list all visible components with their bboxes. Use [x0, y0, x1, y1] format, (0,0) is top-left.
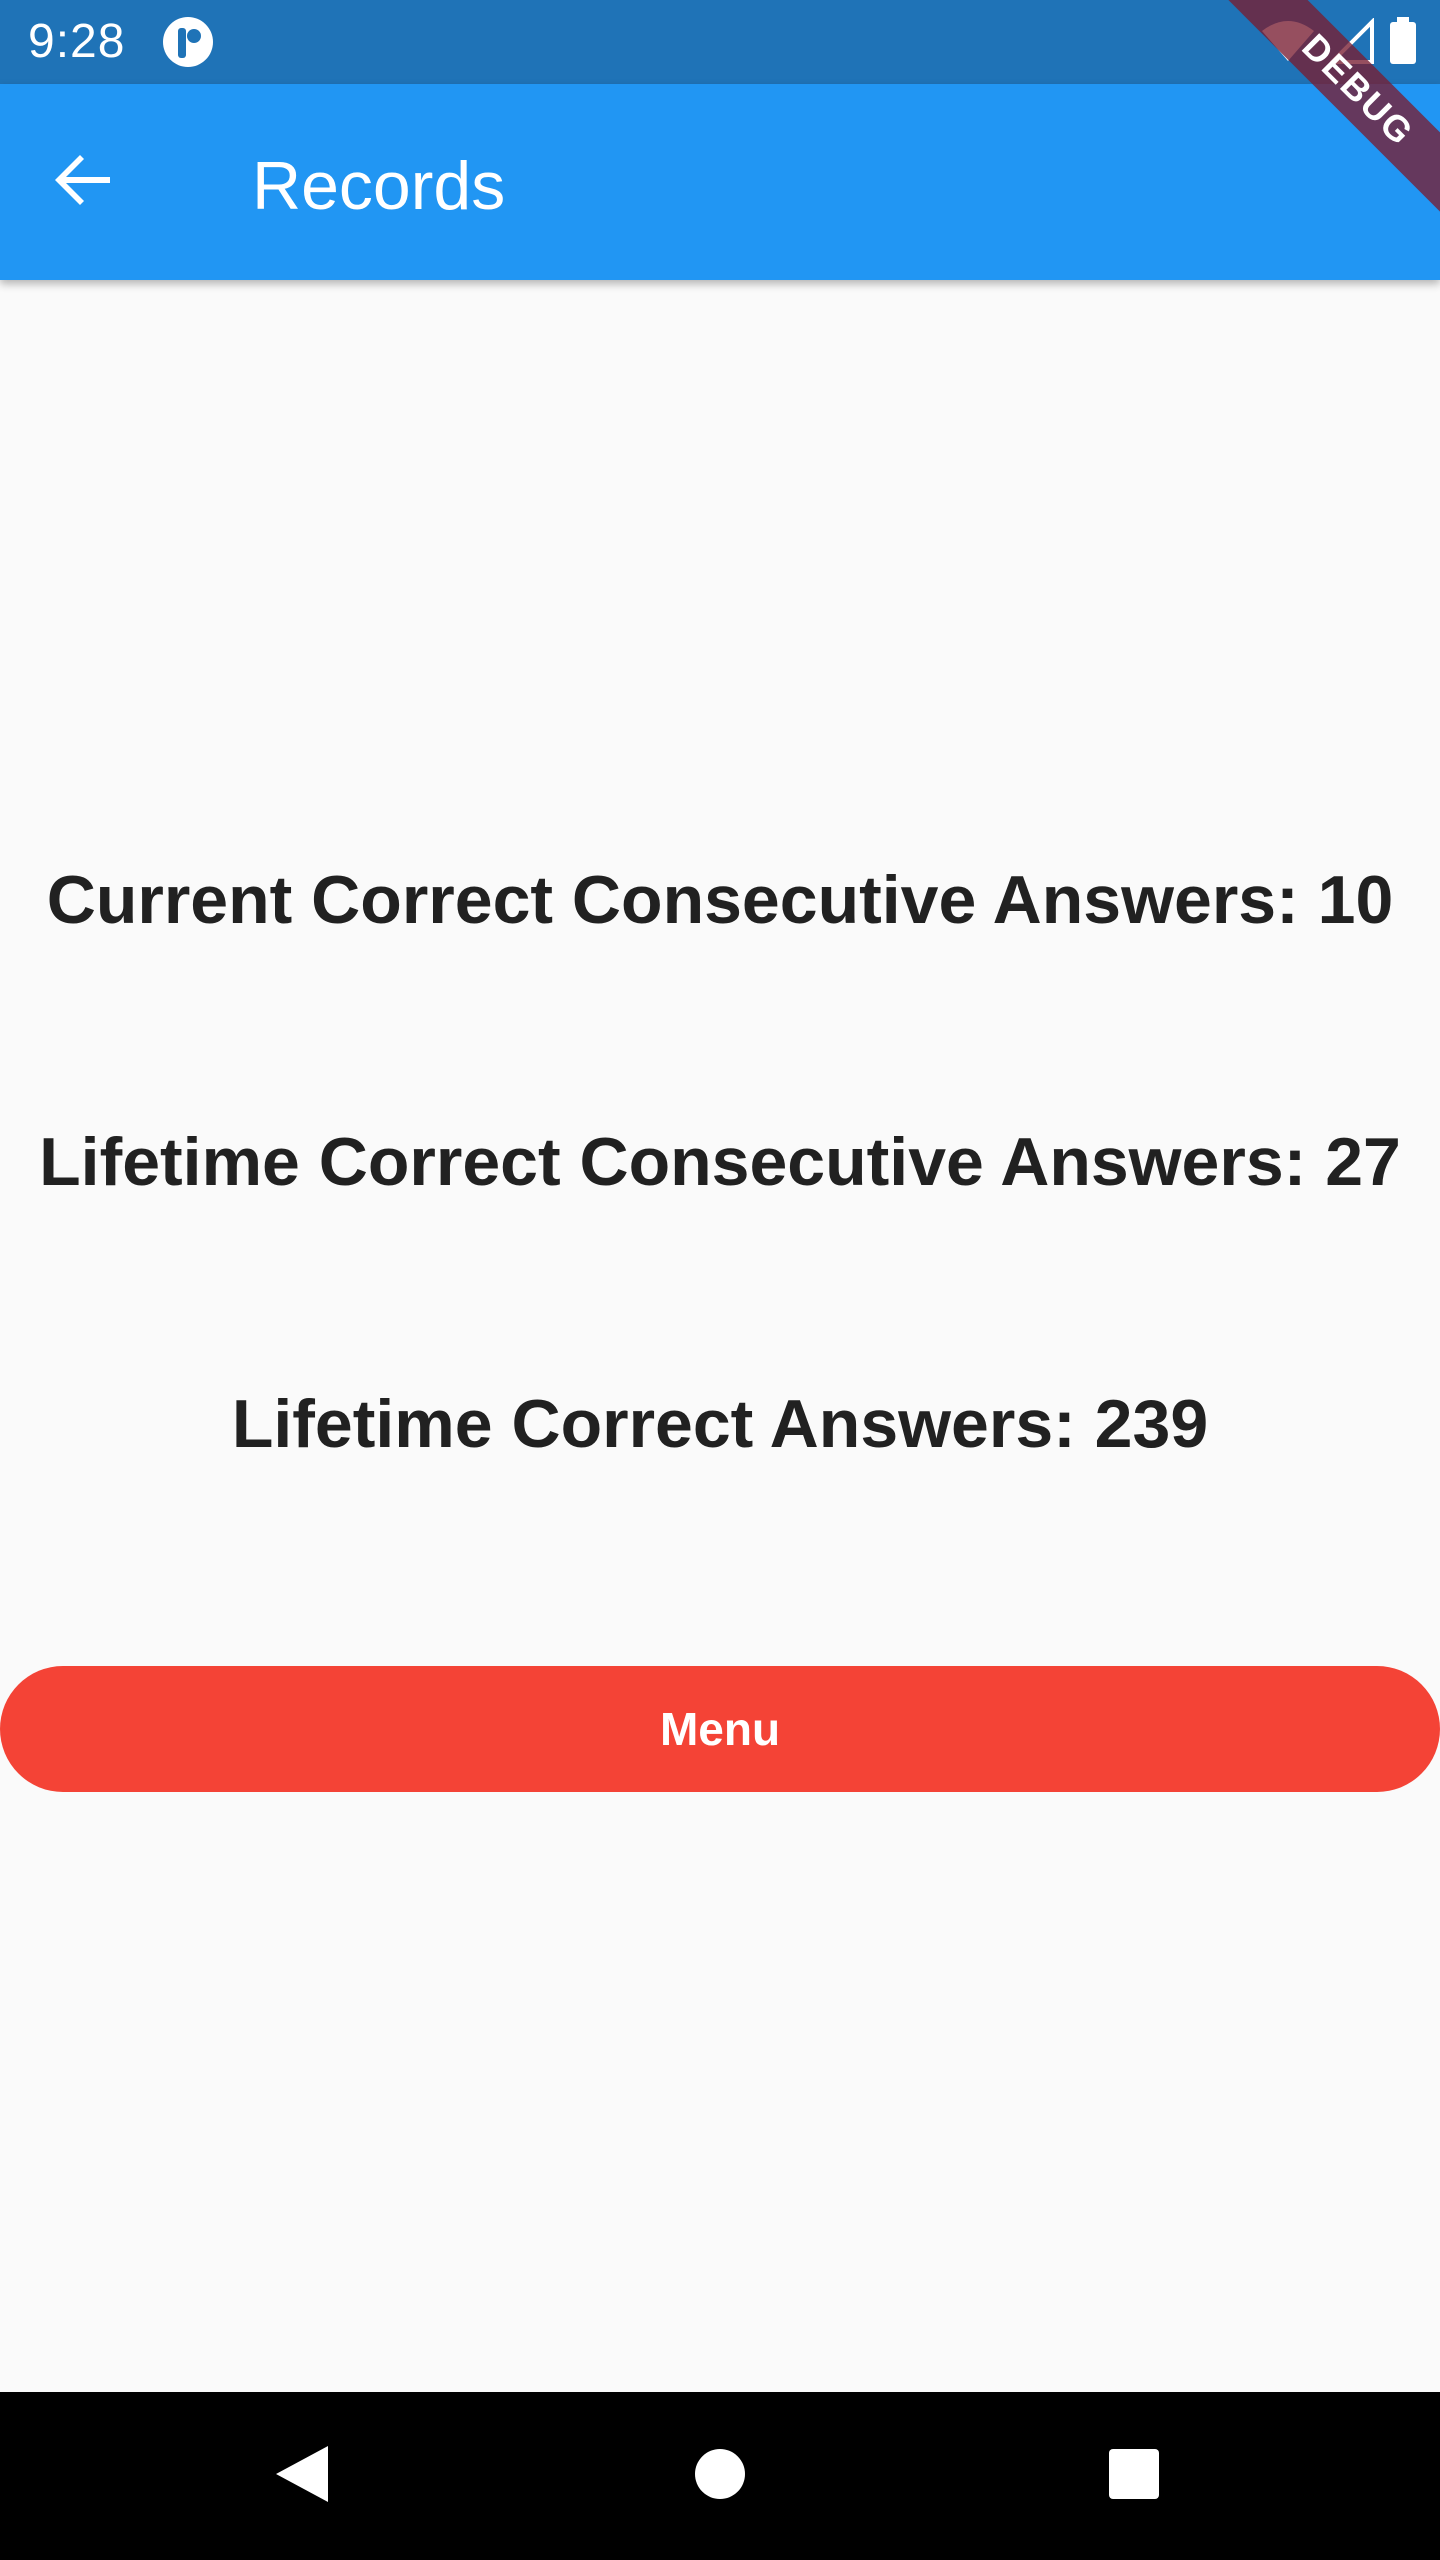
current-consecutive-answers: Current Correct Consecutive Answers: 10 [46, 862, 1394, 938]
nav-recents-icon [1107, 2447, 1161, 2506]
lifetime-correct-answers: Lifetime Correct Answers: 239 [231, 1386, 1209, 1462]
back-button[interactable] [42, 140, 126, 224]
app-bar: Records [0, 84, 1440, 280]
nav-home-icon [693, 2447, 747, 2506]
signal-icon [1327, 16, 1374, 69]
nav-recents-button[interactable] [1088, 2430, 1180, 2522]
battery-icon [1388, 16, 1418, 70]
status-time: 9:28 [28, 15, 126, 68]
menu-button-label: Menu [659, 1703, 781, 1755]
wifi-icon [1260, 19, 1316, 68]
menu-button[interactable]: Menu [0, 1666, 1440, 1792]
nav-back-button[interactable] [256, 2430, 348, 2522]
page-title: Records [252, 148, 506, 224]
lifetime-consecutive-answers: Lifetime Correct Consecutive Answers: 27 [39, 1124, 1401, 1200]
app-notification-icon [162, 16, 214, 68]
navigation-bar [0, 2392, 1440, 2560]
arrow-back-icon [52, 148, 116, 217]
nav-home-button[interactable] [674, 2430, 766, 2522]
nav-back-icon [272, 2442, 332, 2511]
status-icons [1260, 16, 1418, 70]
status-bar: 9:28 [0, 0, 1440, 84]
